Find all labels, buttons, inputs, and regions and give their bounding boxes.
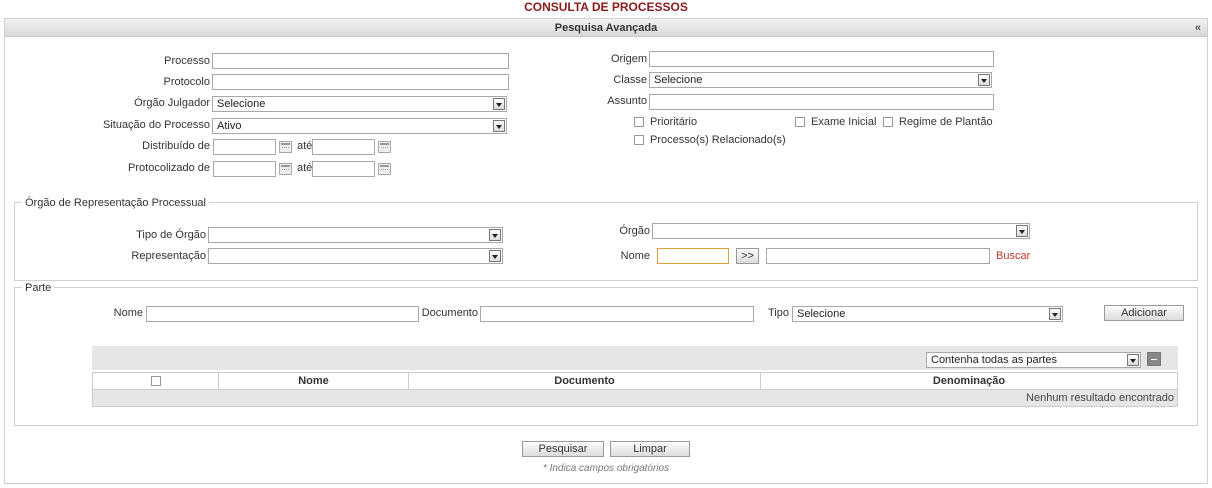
- tipo-select[interactable]: Selecione: [792, 306, 1063, 322]
- orgao-julgador-value: Selecione: [217, 98, 266, 110]
- col-denominacao[interactable]: Denominação: [761, 373, 1177, 389]
- situacao-value: Ativo: [217, 120, 242, 132]
- ate-label: até: [297, 140, 313, 152]
- col-nome[interactable]: Nome: [219, 373, 409, 389]
- nome-orgao-label: Nome: [620, 250, 650, 262]
- distribuido-from-input[interactable]: [213, 139, 276, 155]
- limpar-button[interactable]: Limpar: [610, 441, 690, 457]
- classe-value: Selecione: [654, 74, 703, 86]
- filter-value: Contenha todas as partes: [931, 354, 1057, 366]
- parte-nome-label: Nome: [113, 307, 143, 319]
- ate-label: até: [297, 162, 313, 174]
- protocolo-label: Protocolo: [163, 76, 210, 88]
- required-hint: * Indica campos obrigatórios: [542, 463, 670, 474]
- exame-inicial-label: Exame Inicial: [811, 116, 877, 128]
- origem-input[interactable]: [649, 51, 994, 67]
- chevron-down-icon[interactable]: [1049, 308, 1061, 320]
- nome-orgao-result-input[interactable]: [766, 248, 990, 264]
- documento-input[interactable]: [480, 306, 754, 322]
- regime-plantao-label: Regime de Plantão: [899, 116, 993, 128]
- prioritario-label: Prioritário: [650, 116, 698, 128]
- chevron-down-icon[interactable]: [493, 98, 505, 110]
- documento-label: Documento: [421, 307, 478, 319]
- grid-empty-message: Nenhum resultado encontrado: [92, 390, 1178, 407]
- grid-header: Nome Documento Denominação: [92, 372, 1178, 390]
- protocolizado-to-input[interactable]: [312, 161, 375, 177]
- assunto-input[interactable]: [649, 94, 994, 110]
- select-all-checkbox[interactable]: [151, 376, 161, 386]
- exame-inicial-checkbox[interactable]: [795, 117, 805, 127]
- chevron-down-icon[interactable]: [489, 229, 501, 241]
- parte-nome-input[interactable]: [146, 306, 419, 322]
- distribuido-to-input[interactable]: [312, 139, 375, 155]
- chevron-down-icon[interactable]: [1127, 354, 1139, 366]
- processo-input[interactable]: [212, 53, 509, 69]
- processo-label: Processo: [164, 55, 210, 67]
- chevron-down-icon[interactable]: [1016, 225, 1028, 237]
- representacao-select[interactable]: [208, 248, 503, 264]
- situacao-label: Situação do Processo: [102, 119, 210, 131]
- orgao-julgador-label: Órgão Julgador: [134, 97, 210, 109]
- tipo-orgao-select[interactable]: [208, 227, 503, 243]
- prioritario-checkbox[interactable]: [634, 117, 644, 127]
- orgao-rep-legend: Órgão de Representação Processual: [22, 197, 209, 209]
- filter-select[interactable]: Contenha todas as partes: [926, 352, 1141, 368]
- situacao-select[interactable]: Ativo: [212, 118, 507, 134]
- chevron-down-icon[interactable]: [978, 74, 990, 86]
- classe-select[interactable]: Selecione: [649, 72, 992, 88]
- calendar-icon[interactable]: [378, 141, 391, 153]
- relacionados-checkbox[interactable]: [634, 135, 644, 145]
- representacao-label: Representação: [131, 250, 206, 262]
- pesquisar-button[interactable]: Pesquisar: [522, 441, 604, 457]
- panel-title: Pesquisa Avançada: [554, 22, 658, 34]
- go-button[interactable]: >>: [736, 248, 759, 264]
- origem-label: Origem: [610, 53, 647, 65]
- parte-legend: Parte: [22, 282, 55, 294]
- nome-orgao-input[interactable]: [657, 248, 729, 264]
- tipo-orgao-label: Tipo de Órgão: [136, 229, 206, 241]
- classe-label: Classe: [613, 74, 647, 86]
- select-all-cell: [93, 373, 219, 389]
- relacionados-label: Processo(s) Relacionado(s): [650, 134, 786, 146]
- col-documento[interactable]: Documento: [409, 373, 761, 389]
- adicionar-button[interactable]: Adicionar: [1104, 305, 1184, 321]
- protocolo-input[interactable]: [212, 74, 509, 90]
- regime-plantao-checkbox[interactable]: [883, 117, 893, 127]
- calendar-icon[interactable]: [279, 141, 292, 153]
- protocolizado-from-input[interactable]: [213, 161, 276, 177]
- orgao-label: Órgão: [619, 225, 650, 237]
- assunto-label: Assunto: [607, 95, 647, 107]
- orgao-select[interactable]: [652, 223, 1030, 239]
- chevron-down-icon[interactable]: [489, 250, 501, 262]
- collapse-icon[interactable]: «: [1195, 19, 1201, 37]
- tipo-label: Tipo: [768, 307, 789, 319]
- tipo-value: Selecione: [797, 308, 846, 320]
- orgao-julgador-select[interactable]: Selecione: [212, 96, 507, 112]
- chevron-down-icon[interactable]: [493, 120, 505, 132]
- minus-icon[interactable]: [1147, 352, 1161, 366]
- panel-header[interactable]: Pesquisa Avançada «: [5, 19, 1207, 37]
- page-title: CONSULTA DE PROCESSOS: [524, 0, 688, 14]
- protocolizado-label: Protocolizado de: [128, 162, 210, 174]
- buscar-link[interactable]: Buscar: [996, 248, 1030, 264]
- calendar-icon[interactable]: [378, 163, 391, 175]
- calendar-icon[interactable]: [279, 163, 292, 175]
- distribuido-label: Distribuído de: [142, 140, 210, 152]
